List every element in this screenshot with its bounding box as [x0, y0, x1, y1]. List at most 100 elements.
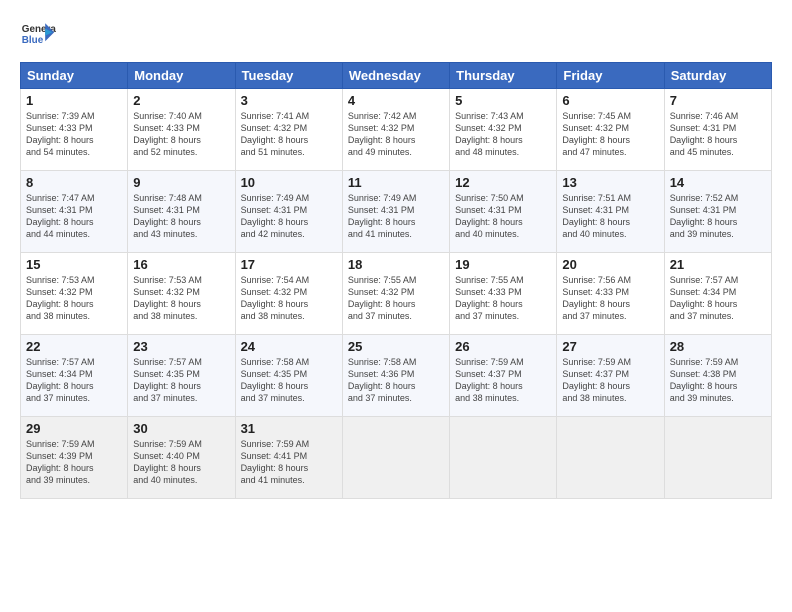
day-number: 30: [133, 421, 229, 436]
svg-text:Blue: Blue: [22, 35, 44, 46]
calendar-cell: 26Sunrise: 7:59 AMSunset: 4:37 PMDayligh…: [450, 335, 557, 417]
header: General Blue: [20, 16, 772, 52]
calendar-cell: 16Sunrise: 7:53 AMSunset: 4:32 PMDayligh…: [128, 253, 235, 335]
calendar-cell: 21 Sunrise: 7:57 AMSunset: 4:34 PMDayligh…: [664, 253, 771, 335]
cell-info: Sunrise: 7:57 AMSunset: 4:35 PMDaylight:…: [133, 356, 229, 405]
calendar-cell: 4Sunrise: 7:42 AMSunset: 4:32 PMDaylight…: [342, 89, 449, 171]
calendar-cell: [664, 417, 771, 499]
cell-info: Sunrise: 7:53 AMSunset: 4:32 PMDaylight:…: [133, 274, 229, 323]
cell-info: Sunrise: 7:47 AMSunset: 4:31 PMDaylight:…: [26, 192, 122, 241]
week-row-4: 22 Sunrise: 7:57 AMSunset: 4:34 PMDayligh…: [21, 335, 772, 417]
day-number: 23: [133, 339, 229, 354]
weekday-header-sunday: Sunday: [21, 63, 128, 89]
calendar-cell: 2 Sunrise: 7:40 AMSunset: 4:33 PMDaylight…: [128, 89, 235, 171]
week-row-5: 29 Sunrise: 7:59 AMSunset: 4:39 PMDayligh…: [21, 417, 772, 499]
day-number: 12: [455, 175, 551, 190]
calendar-cell: 14 Sunrise: 7:52 AMSunset: 4:31 PMDayligh…: [664, 171, 771, 253]
calendar-cell: 9 Sunrise: 7:48 AMSunset: 4:31 PMDaylight…: [128, 171, 235, 253]
calendar-cell: 13 Sunrise: 7:51 AMSunset: 4:31 PMDayligh…: [557, 171, 664, 253]
calendar-cell: 30 Sunrise: 7:59 AMSunset: 4:40 PMDayligh…: [128, 417, 235, 499]
calendar-cell: 18 Sunrise: 7:55 AMSunset: 4:32 PMDayligh…: [342, 253, 449, 335]
cell-info: Sunrise: 7:55 AMSunset: 4:33 PMDaylight:…: [455, 274, 551, 323]
cell-info: Sunrise: 7:59 AMSunset: 4:40 PMDaylight:…: [133, 438, 229, 487]
page: General Blue SundayMondayTuesdayWednesda…: [0, 0, 792, 612]
cell-info: Sunrise: 7:59 AMSunset: 4:39 PMDaylight:…: [26, 438, 122, 487]
calendar-cell: 23 Sunrise: 7:57 AMSunset: 4:35 PMDayligh…: [128, 335, 235, 417]
weekday-header-saturday: Saturday: [664, 63, 771, 89]
day-number: 22: [26, 339, 122, 354]
cell-info: Sunrise: 7:57 AMSunset: 4:34 PMDaylight:…: [670, 274, 766, 323]
cell-info: Sunrise: 7:52 AMSunset: 4:31 PMDaylight:…: [670, 192, 766, 241]
week-row-3: 15 Sunrise: 7:53 AMSunset: 4:32 PMDayligh…: [21, 253, 772, 335]
day-number: 25: [348, 339, 444, 354]
day-number: 18: [348, 257, 444, 272]
cell-info: Sunrise: 7:48 AMSunset: 4:31 PMDaylight:…: [133, 192, 229, 241]
calendar-cell: 8 Sunrise: 7:47 AMSunset: 4:31 PMDaylight…: [21, 171, 128, 253]
cell-info: Sunrise: 7:49 AMSunset: 4:31 PMDaylight:…: [241, 192, 337, 241]
day-number: 17: [241, 257, 337, 272]
day-number: 21: [670, 257, 766, 272]
day-number: 28: [670, 339, 766, 354]
cell-info: Sunrise: 7:42 AMSunset: 4:32 PMDaylight:…: [348, 110, 444, 159]
calendar-cell: [342, 417, 449, 499]
cell-info: Sunrise: 7:56 AMSunset: 4:33 PMDaylight:…: [562, 274, 658, 323]
day-number: 6: [562, 93, 658, 108]
calendar-cell: 20Sunrise: 7:56 AMSunset: 4:33 PMDayligh…: [557, 253, 664, 335]
logo-icon: General Blue: [20, 16, 56, 52]
calendar-cell: 31Sunrise: 7:59 AMSunset: 4:41 PMDayligh…: [235, 417, 342, 499]
day-number: 1: [26, 93, 122, 108]
calendar-table: SundayMondayTuesdayWednesdayThursdayFrid…: [20, 62, 772, 499]
week-row-1: 1 Sunrise: 7:39 AMSunset: 4:33 PMDaylight…: [21, 89, 772, 171]
cell-info: Sunrise: 7:51 AMSunset: 4:31 PMDaylight:…: [562, 192, 658, 241]
day-number: 7: [670, 93, 766, 108]
weekday-header-tuesday: Tuesday: [235, 63, 342, 89]
day-number: 5: [455, 93, 551, 108]
weekday-header-row: SundayMondayTuesdayWednesdayThursdayFrid…: [21, 63, 772, 89]
day-number: 27: [562, 339, 658, 354]
cell-info: Sunrise: 7:53 AMSunset: 4:32 PMDaylight:…: [26, 274, 122, 323]
week-row-2: 8 Sunrise: 7:47 AMSunset: 4:31 PMDaylight…: [21, 171, 772, 253]
calendar-cell: 12Sunrise: 7:50 AMSunset: 4:31 PMDayligh…: [450, 171, 557, 253]
day-number: 29: [26, 421, 122, 436]
cell-info: Sunrise: 7:45 AMSunset: 4:32 PMDaylight:…: [562, 110, 658, 159]
calendar-cell: 6 Sunrise: 7:45 AMSunset: 4:32 PMDaylight…: [557, 89, 664, 171]
cell-info: Sunrise: 7:58 AMSunset: 4:36 PMDaylight:…: [348, 356, 444, 405]
day-number: 10: [241, 175, 337, 190]
cell-info: Sunrise: 7:59 AMSunset: 4:37 PMDaylight:…: [562, 356, 658, 405]
calendar-cell: 29 Sunrise: 7:59 AMSunset: 4:39 PMDayligh…: [21, 417, 128, 499]
cell-info: Sunrise: 7:43 AMSunset: 4:32 PMDaylight:…: [455, 110, 551, 159]
calendar-cell: 17 Sunrise: 7:54 AMSunset: 4:32 PMDayligh…: [235, 253, 342, 335]
day-number: 15: [26, 257, 122, 272]
day-number: 24: [241, 339, 337, 354]
cell-info: Sunrise: 7:41 AMSunset: 4:32 PMDaylight:…: [241, 110, 337, 159]
cell-info: Sunrise: 7:59 AMSunset: 4:38 PMDaylight:…: [670, 356, 766, 405]
cell-info: Sunrise: 7:54 AMSunset: 4:32 PMDaylight:…: [241, 274, 337, 323]
cell-info: Sunrise: 7:39 AMSunset: 4:33 PMDaylight:…: [26, 110, 122, 159]
day-number: 31: [241, 421, 337, 436]
day-number: 14: [670, 175, 766, 190]
day-number: 13: [562, 175, 658, 190]
cell-info: Sunrise: 7:55 AMSunset: 4:32 PMDaylight:…: [348, 274, 444, 323]
day-number: 9: [133, 175, 229, 190]
day-number: 26: [455, 339, 551, 354]
calendar-cell: 27 Sunrise: 7:59 AMSunset: 4:37 PMDayligh…: [557, 335, 664, 417]
calendar-cell: 24 Sunrise: 7:58 AMSunset: 4:35 PMDayligh…: [235, 335, 342, 417]
day-number: 11: [348, 175, 444, 190]
cell-info: Sunrise: 7:58 AMSunset: 4:35 PMDaylight:…: [241, 356, 337, 405]
calendar-cell: 10 Sunrise: 7:49 AMSunset: 4:31 PMDayligh…: [235, 171, 342, 253]
cell-info: Sunrise: 7:49 AMSunset: 4:31 PMDaylight:…: [348, 192, 444, 241]
calendar-cell: 22 Sunrise: 7:57 AMSunset: 4:34 PMDayligh…: [21, 335, 128, 417]
calendar-cell: 25 Sunrise: 7:58 AMSunset: 4:36 PMDayligh…: [342, 335, 449, 417]
calendar-cell: [450, 417, 557, 499]
day-number: 2: [133, 93, 229, 108]
day-number: 8: [26, 175, 122, 190]
weekday-header-thursday: Thursday: [450, 63, 557, 89]
calendar-cell: 1 Sunrise: 7:39 AMSunset: 4:33 PMDaylight…: [21, 89, 128, 171]
calendar-cell: 5 Sunrise: 7:43 AMSunset: 4:32 PMDaylight…: [450, 89, 557, 171]
calendar-cell: 19Sunrise: 7:55 AMSunset: 4:33 PMDayligh…: [450, 253, 557, 335]
calendar-cell: 28 Sunrise: 7:59 AMSunset: 4:38 PMDayligh…: [664, 335, 771, 417]
day-number: 3: [241, 93, 337, 108]
calendar-cell: [557, 417, 664, 499]
cell-info: Sunrise: 7:40 AMSunset: 4:33 PMDaylight:…: [133, 110, 229, 159]
cell-info: Sunrise: 7:57 AMSunset: 4:34 PMDaylight:…: [26, 356, 122, 405]
